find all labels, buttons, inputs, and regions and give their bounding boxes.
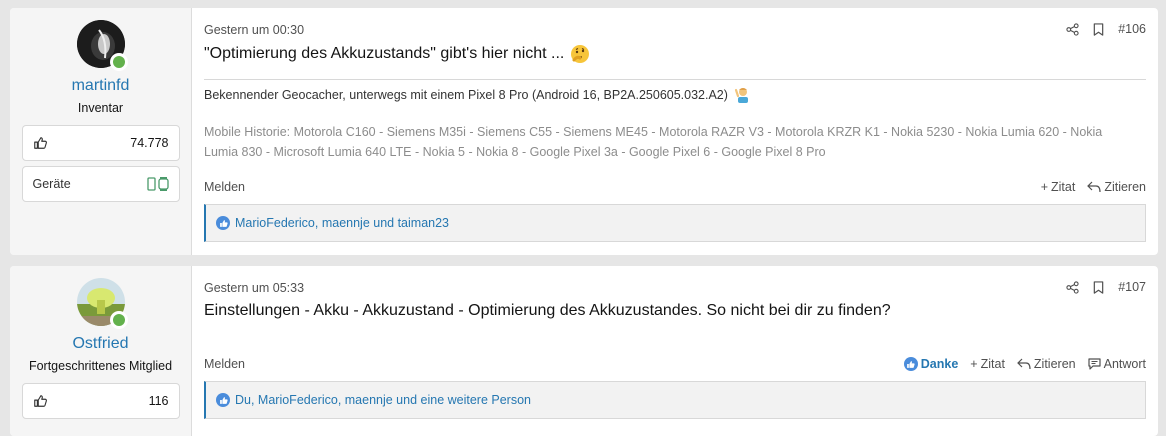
like-icon — [216, 216, 230, 230]
post-body: Gestern um 00:30 #106 "Optimierung des A… — [192, 8, 1158, 255]
post-tools: #107 — [1066, 280, 1146, 294]
post-107: Ostfried Fortgeschrittenes Mitglied 116 … — [10, 266, 1158, 436]
thanks-button[interactable]: Danke — [903, 357, 959, 371]
thanks-label: Danke — [920, 357, 959, 371]
bookmark-icon[interactable] — [1093, 22, 1104, 36]
post-timestamp[interactable]: Gestern um 00:30 — [204, 23, 304, 37]
quote-label: Zitat — [1051, 180, 1076, 194]
likes-box: 74.778 — [21, 125, 180, 161]
post-actions: Melden Danke + Zitat Zitieren Antwort — [204, 357, 1146, 371]
quote-label: Zitat — [980, 357, 1005, 371]
like-icon — [216, 393, 230, 407]
user-title: Inventar — [77, 101, 124, 115]
share-icon[interactable] — [1066, 280, 1079, 294]
quote-button[interactable]: + Zitat — [1041, 180, 1076, 194]
thumbs-up-icon — [33, 136, 47, 150]
bookmark-icon[interactable] — [1093, 280, 1104, 294]
thinking-face-icon — [571, 45, 590, 63]
devices-label: Geräte — [32, 177, 71, 191]
plus-icon: + — [970, 357, 978, 371]
username[interactable]: martinfd — [72, 76, 130, 96]
answer-button[interactable]: Antwort — [1088, 357, 1146, 371]
reactions-bar[interactable]: MarioFederico, maennje und taiman23 — [204, 204, 1146, 242]
quote-button[interactable]: + Zitat — [970, 357, 1005, 371]
comment-icon — [1088, 358, 1101, 370]
share-icon[interactable] — [1066, 22, 1079, 36]
avatar-wrapper[interactable] — [76, 20, 128, 71]
reply-label: Zitieren — [1104, 180, 1146, 194]
post-number[interactable]: #107 — [1118, 280, 1146, 294]
post-106: martinfd Inventar 74.778 Geräte Gestern … — [10, 8, 1158, 255]
signature-history: Mobile Historie: Motorola C160 - Siemens… — [204, 122, 1146, 162]
answer-label: Antwort — [1103, 357, 1146, 371]
reactions-bar[interactable]: Du, MarioFederico, maennje und eine weit… — [204, 381, 1146, 419]
post-message: Einstellungen - Akku - Akkuzustand - Opt… — [204, 302, 891, 319]
user-panel: martinfd Inventar 74.778 Geräte — [10, 8, 192, 255]
devices-box[interactable]: Geräte — [21, 166, 180, 202]
report-link[interactable]: Melden — [204, 357, 245, 371]
online-indicator — [109, 311, 128, 329]
reactions-text[interactable]: Du, MarioFederico, maennje und eine weit… — [235, 393, 531, 407]
waving-person-icon — [734, 88, 748, 103]
likes-count: 74.778 — [130, 136, 169, 150]
reactions-text[interactable]: MarioFederico, maennje und taiman23 — [235, 216, 449, 230]
post-tools: #106 — [1066, 22, 1146, 36]
signature-text-2: Mobile Historie: Motorola C160 - Siemens… — [204, 125, 1103, 139]
user-panel: Ostfried Fortgeschrittenes Mitglied 116 — [10, 266, 192, 436]
signature-divider — [204, 79, 1146, 80]
user-title: Fortgeschrittenes Mitglied — [28, 359, 173, 373]
post-timestamp[interactable]: Gestern um 05:33 — [204, 281, 304, 295]
reply-button[interactable]: Zitieren — [1017, 357, 1076, 371]
reply-icon — [1017, 358, 1031, 370]
plus-icon: + — [1040, 180, 1048, 194]
post-actions: Melden + Zitat Zitieren — [204, 180, 1146, 194]
reply-button[interactable]: Zitieren — [1087, 180, 1146, 194]
signature-line-1: Bekennender Geocacher, unterwegs mit ein… — [204, 86, 752, 104]
like-icon — [903, 357, 918, 371]
reply-icon — [1087, 181, 1101, 193]
post-body: Gestern um 05:33 #107 Einstellungen - Ak… — [192, 266, 1158, 436]
post-message: "Optimierung des Akkuzustands" gibt's hi… — [204, 45, 565, 62]
signature-text-3: Lumia 830 - Microsoft Lumia 640 LTE - No… — [204, 145, 826, 159]
username[interactable]: Ostfried — [72, 334, 128, 354]
thumbs-up-icon — [33, 394, 47, 408]
avatar-wrapper[interactable] — [76, 278, 128, 329]
signature-text-1: Bekennender Geocacher, unterwegs mit ein… — [204, 88, 728, 102]
likes-count: 116 — [148, 394, 169, 408]
likes-box: 116 — [21, 383, 180, 419]
reply-label: Zitieren — [1033, 357, 1076, 371]
devices-icon — [146, 177, 169, 191]
online-indicator — [109, 53, 128, 71]
report-link[interactable]: Melden — [204, 180, 245, 194]
post-number[interactable]: #106 — [1118, 22, 1146, 36]
post-text: "Optimierung des Akkuzustands" gibt's hi… — [204, 44, 590, 64]
post-text: Einstellungen - Akku - Akkuzustand - Opt… — [204, 302, 891, 320]
